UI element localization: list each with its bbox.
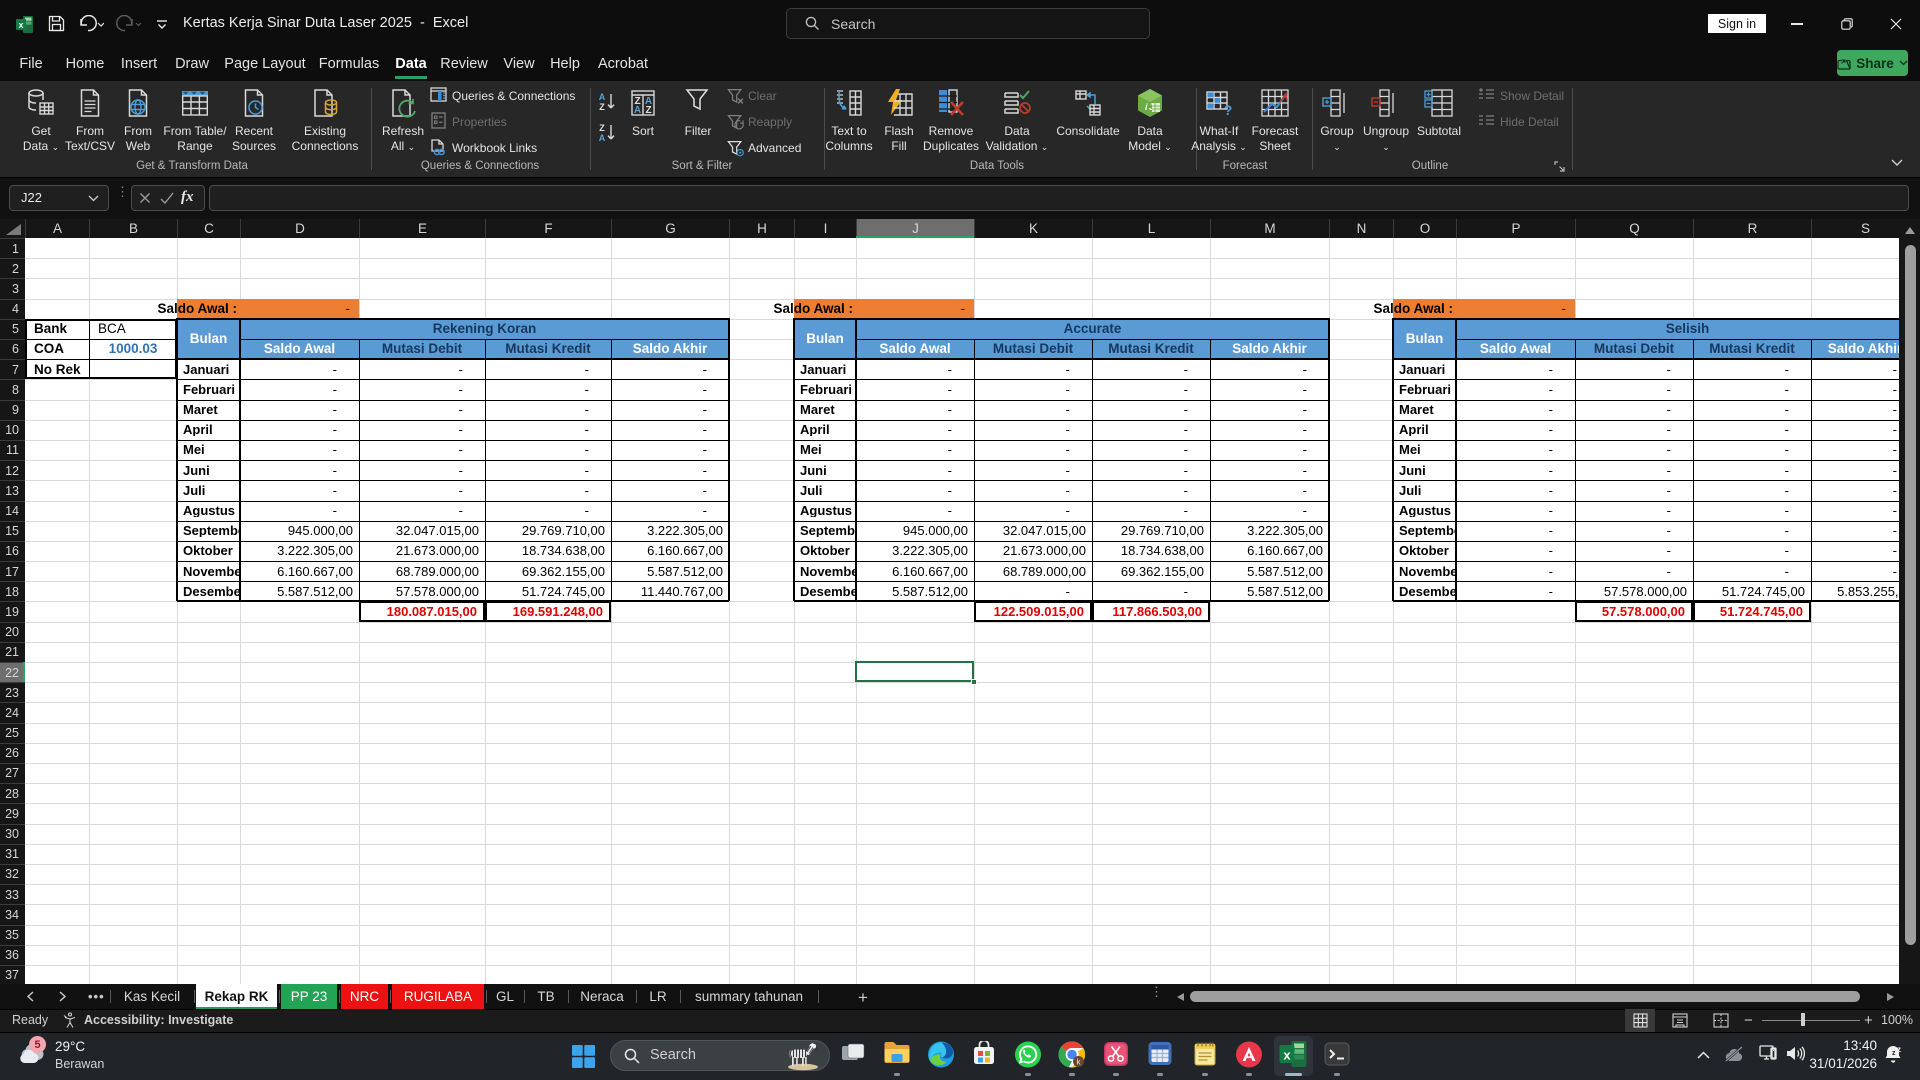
svg-text:A: A <box>634 105 641 116</box>
svg-text:z: z <box>1892 1050 1896 1057</box>
svg-text:Z: Z <box>599 123 605 133</box>
svg-text:x: x <box>18 20 23 30</box>
svg-text:?: ? <box>1224 102 1233 118</box>
svg-text:Z: Z <box>599 102 605 111</box>
svg-text:x: x <box>1283 1048 1291 1063</box>
svg-text:z: z <box>1897 1045 1901 1054</box>
svg-text:Z: Z <box>645 105 651 116</box>
svg-text:A: A <box>599 92 606 102</box>
svg-text:A: A <box>599 133 606 142</box>
